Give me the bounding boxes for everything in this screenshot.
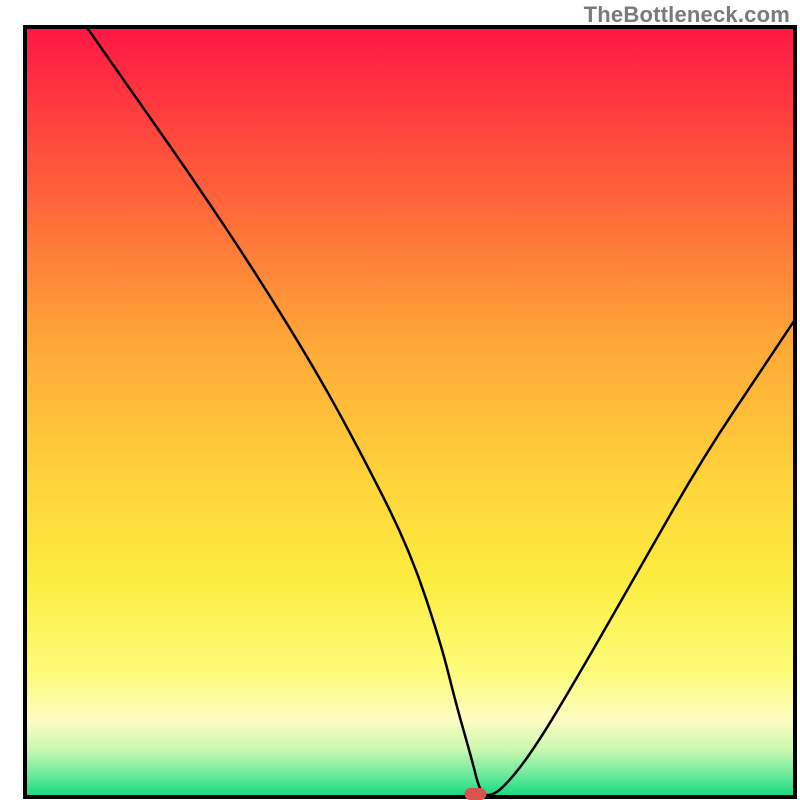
- chart-container: TheBottleneck.com: [0, 0, 800, 800]
- optimal-point-marker: [464, 788, 486, 800]
- bottleneck-chart: [0, 0, 800, 800]
- watermark-text: TheBottleneck.com: [584, 2, 790, 28]
- gradient-background: [25, 27, 795, 797]
